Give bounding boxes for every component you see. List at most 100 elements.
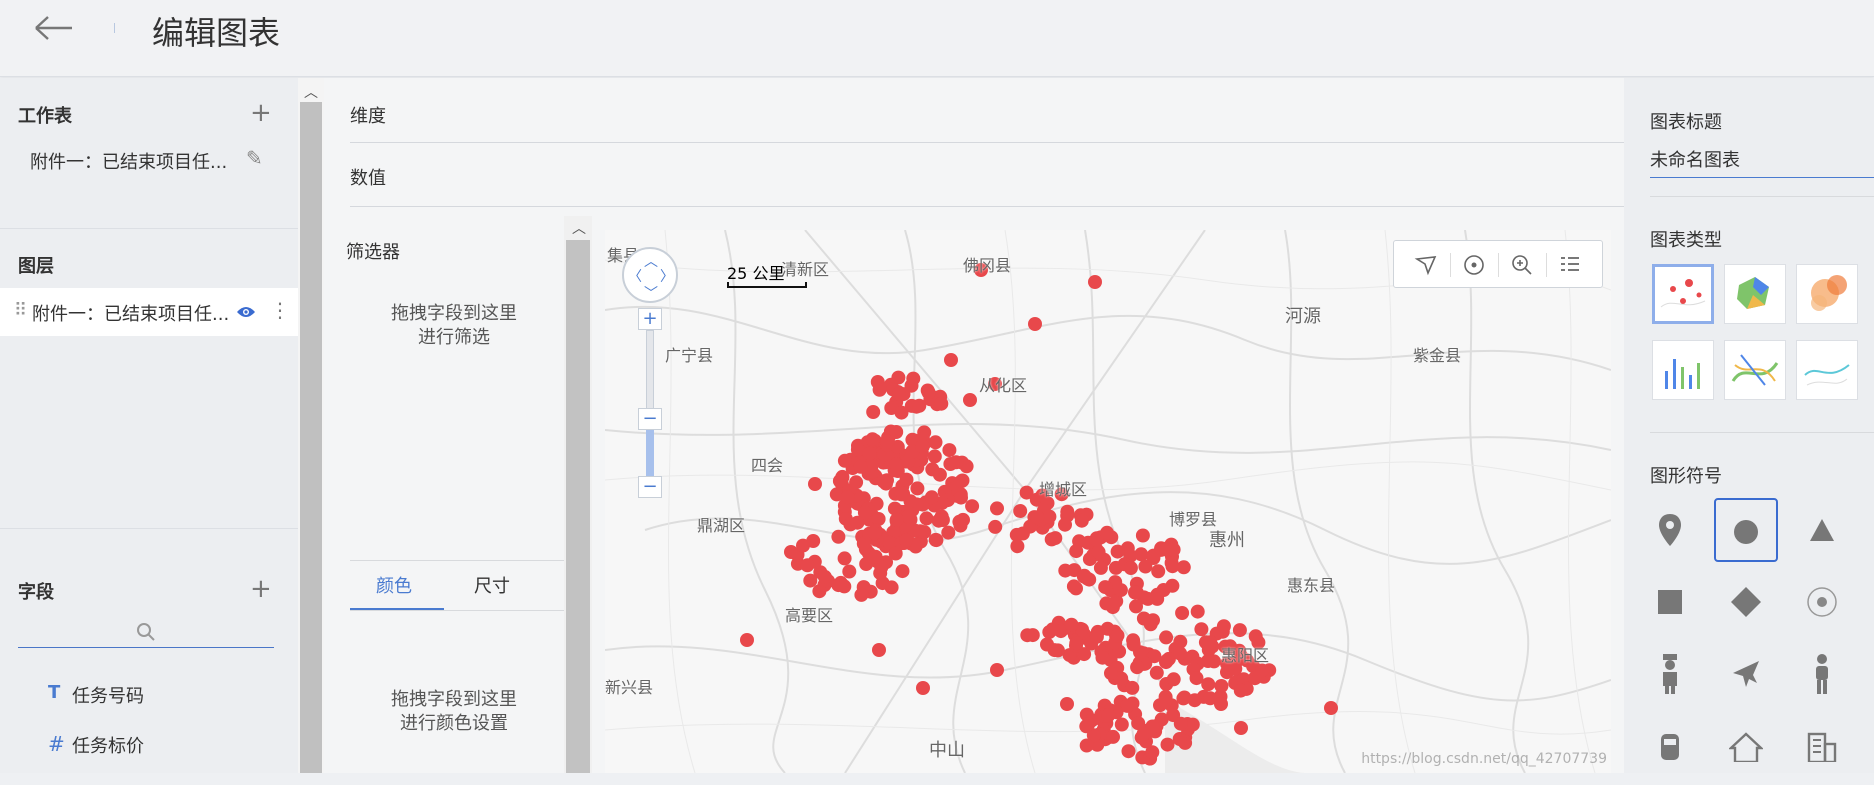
map-point (1233, 683, 1248, 698)
target-icon[interactable] (1790, 570, 1854, 634)
tab-size[interactable]: 尺寸 (474, 572, 510, 598)
field-item[interactable]: 任务标价 (72, 732, 144, 758)
map-point (1187, 693, 1202, 708)
field-item[interactable]: 任务号码 (72, 682, 144, 708)
chart-type-heat-map[interactable] (1796, 264, 1858, 324)
map-point (872, 382, 887, 397)
map-point (865, 432, 880, 447)
legend-icon[interactable] (1558, 253, 1582, 277)
filter-drop-hint[interactable]: 拖拽字段到这里 进行筛选 (346, 302, 562, 350)
circle-icon[interactable] (1714, 498, 1778, 562)
scrollbar-thumb[interactable] (566, 240, 590, 773)
chart-type-region-map[interactable] (1724, 264, 1786, 324)
zoom-out-button[interactable]: − (638, 476, 662, 498)
zoom-in-button[interactable]: + (638, 308, 662, 330)
chart-type-bar-map[interactable] (1652, 340, 1714, 400)
map-point (924, 490, 939, 505)
map-point (1151, 564, 1166, 579)
add-worksheet-icon[interactable]: + (250, 100, 272, 126)
pan-up-icon[interactable]: ︿ (644, 251, 658, 271)
scroll-up-icon[interactable]: ︿ (304, 82, 318, 102)
zoom-slider[interactable]: + − − (638, 308, 662, 498)
map-point (872, 643, 886, 657)
map-point (1159, 630, 1174, 645)
zoom-handle[interactable]: − (638, 408, 662, 430)
map-point (849, 475, 864, 490)
lasso-select-icon[interactable] (1414, 253, 1438, 277)
tab-color[interactable]: 颜色 (376, 572, 412, 598)
filter-scrollbar[interactable]: ︿ (564, 216, 592, 773)
value-shelf-label[interactable]: 数值 (350, 164, 386, 190)
map-point (1150, 587, 1165, 602)
divider (350, 610, 564, 611)
map-point (1091, 545, 1106, 560)
map-point (954, 490, 968, 505)
divider (1650, 432, 1874, 433)
map-point (1173, 646, 1188, 661)
more-vert-icon[interactable]: ⋮ (270, 298, 290, 322)
place-label: 从化区 (979, 376, 1028, 395)
arrow-left-icon[interactable] (32, 10, 78, 46)
map-point (963, 393, 977, 407)
left-scrollbar[interactable]: ︿ (298, 78, 324, 773)
map-point (854, 587, 869, 602)
divider (1546, 253, 1547, 277)
map-point (1138, 559, 1153, 574)
symbol-label: 图形符号 (1650, 466, 1722, 487)
add-field-icon[interactable]: + (250, 576, 272, 602)
square-icon[interactable] (1638, 570, 1702, 634)
scroll-up-icon[interactable]: ︿ (572, 218, 586, 238)
triangle-icon[interactable] (1790, 498, 1854, 562)
map-point (1125, 680, 1140, 695)
map-point (1069, 544, 1084, 559)
car-icon[interactable] (1638, 714, 1702, 778)
map-point (1106, 729, 1120, 744)
active-tab-indicator (350, 608, 444, 610)
divider (1650, 196, 1874, 197)
home-icon[interactable] (1714, 714, 1778, 778)
map-point (895, 564, 910, 579)
map-pin-icon[interactable] (1638, 498, 1702, 562)
chart-type-line-map[interactable] (1796, 340, 1858, 400)
police-icon[interactable] (1638, 642, 1702, 706)
filter-heading: 筛选器 (346, 242, 400, 263)
dimension-shelf-label[interactable]: 维度 (350, 102, 386, 128)
map-point (1104, 666, 1118, 681)
map-point (1149, 665, 1164, 680)
layer-label: 附件一：已结束项目任... (32, 304, 230, 325)
map-point (1019, 485, 1034, 500)
building-icon[interactable] (1790, 714, 1854, 778)
map-point (817, 569, 832, 584)
pencil-icon[interactable]: ✎ (246, 146, 263, 170)
map-point (1175, 606, 1190, 620)
map-point (1064, 617, 1079, 632)
chart-type-point-map[interactable] (1652, 264, 1714, 324)
pan-left-icon[interactable]: 〈 (628, 266, 642, 286)
airplane-icon[interactable] (1714, 642, 1778, 706)
diamond-icon[interactable] (1714, 570, 1778, 634)
map-point (831, 529, 846, 544)
pan-control[interactable]: ︿ ﹀ 〈 〉 (622, 247, 678, 303)
map-point (965, 499, 980, 514)
map-point (1013, 504, 1028, 518)
person-icon[interactable] (1790, 642, 1854, 706)
scrollbar-thumb[interactable] (300, 102, 322, 773)
pan-down-icon[interactable]: ﹀ (644, 283, 658, 303)
chart-title-input[interactable]: 未命名图表 (1650, 146, 1874, 178)
layers-heading: 图层 (18, 256, 54, 277)
eye-icon[interactable] (236, 304, 256, 318)
locate-icon[interactable] (1462, 253, 1486, 277)
layer-row[interactable]: ⠿ 附件一：已结束项目任... ⋮ (0, 288, 298, 336)
chart-type-flow-map[interactable] (1724, 340, 1786, 400)
divider (350, 206, 1626, 207)
drag-handle-icon[interactable]: ⠿ (14, 300, 27, 321)
place-label: 广宁县 (665, 346, 714, 365)
place-label: 高要区 (785, 606, 834, 625)
map-view[interactable]: 集县 清新区 佛冈县 河源 紫金县 广宁县 从化区 四会 增城区 博罗县 惠州 … (605, 230, 1611, 773)
map-point (1079, 738, 1094, 753)
map-point (1129, 599, 1143, 614)
field-search-input[interactable] (18, 618, 274, 648)
zoom-in-icon[interactable] (1510, 253, 1534, 277)
color-drop-hint[interactable]: 拖拽字段到这里 进行颜色设置 (346, 688, 562, 736)
pan-right-icon[interactable]: 〉 (660, 266, 674, 286)
